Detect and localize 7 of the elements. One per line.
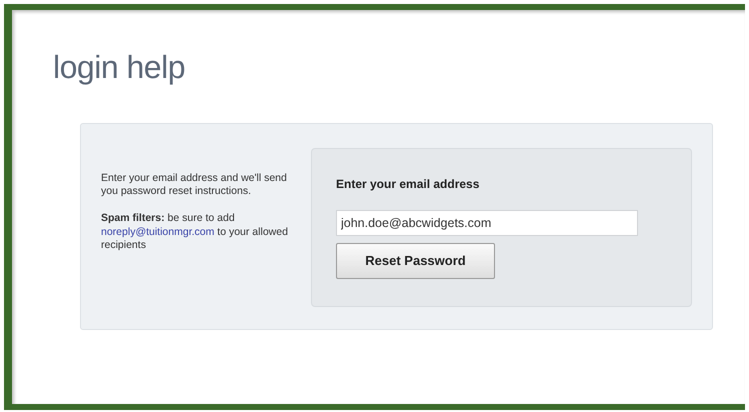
- instructions-text: Enter your email address and we'll send you password reset instructions.: [101, 172, 288, 198]
- spam-note: Spam filters: be sure to add noreply@tuitionmgr.com to your allowed recipients: [101, 212, 289, 252]
- field-label: Enter your email address: [336, 176, 480, 194]
- email-field[interactable]: john.doe@abcwidgets.com: [336, 210, 638, 236]
- reset-password-button[interactable]: Reset Password: [336, 243, 495, 280]
- page-title: login help: [53, 50, 186, 86]
- email-link[interactable]: noreply@tuitionmgr.com: [101, 226, 214, 238]
